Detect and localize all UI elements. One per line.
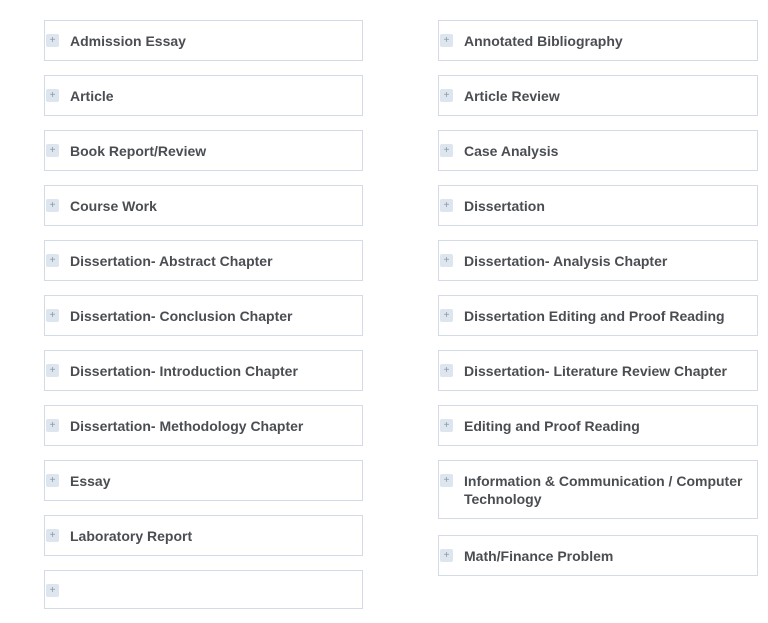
item-label: Dissertation- Methodology Chapter: [70, 418, 304, 434]
accordion-item[interactable]: + Essay: [44, 460, 363, 501]
item-label: Case Analysis: [464, 143, 559, 159]
item-label: Annotated Bibliography: [464, 33, 623, 49]
accordion-item[interactable]: + Dissertation- Literature Review Chapter: [438, 350, 758, 391]
plus-icon[interactable]: +: [440, 254, 453, 267]
item-label: Dissertation: [464, 198, 545, 214]
plus-icon[interactable]: +: [46, 584, 59, 597]
accordion-item[interactable]: + Article: [44, 75, 363, 116]
plus-icon[interactable]: +: [46, 474, 59, 487]
right-column: + Annotated Bibliography + Article Review …: [438, 20, 758, 590]
accordion-item[interactable]: + Admission Essay: [44, 20, 363, 61]
accordion-item[interactable]: + Dissertation: [438, 185, 758, 226]
plus-icon[interactable]: +: [46, 529, 59, 542]
item-label: Book Report/Review: [70, 143, 207, 159]
plus-icon[interactable]: +: [440, 89, 453, 102]
plus-icon[interactable]: +: [440, 199, 453, 212]
item-label: Dissertation- Literature Review Chapter: [464, 363, 727, 379]
item-label: Dissertation- Introduction Chapter: [70, 363, 298, 379]
plus-icon[interactable]: +: [440, 34, 453, 47]
item-label: Article: [70, 88, 114, 104]
plus-icon[interactable]: +: [440, 549, 453, 562]
accordion-item[interactable]: + Information & Communication / Computer …: [438, 460, 758, 519]
item-label: Admission Essay: [70, 33, 186, 49]
item-label: Article Review: [464, 88, 560, 104]
plus-icon[interactable]: +: [46, 419, 59, 432]
plus-icon[interactable]: +: [440, 144, 453, 157]
accordion-item[interactable]: + Dissertation- Introduction Chapter: [44, 350, 363, 391]
plus-icon[interactable]: +: [440, 474, 453, 487]
plus-icon[interactable]: +: [440, 419, 453, 432]
item-label: Information & Communication / Computer T…: [464, 473, 743, 507]
plus-icon[interactable]: +: [46, 364, 59, 377]
accordion-item[interactable]: + Annotated Bibliography: [438, 20, 758, 61]
accordion-item[interactable]: + Course Work: [44, 185, 363, 226]
item-label: Essay: [70, 473, 111, 489]
item-label: Laboratory Report: [70, 528, 193, 544]
plus-icon[interactable]: +: [46, 309, 59, 322]
accordion-item[interactable]: + Article Review: [438, 75, 758, 116]
item-label: Dissertation- Analysis Chapter: [464, 253, 668, 269]
plus-icon[interactable]: +: [440, 364, 453, 377]
plus-icon[interactable]: +: [46, 199, 59, 212]
plus-icon[interactable]: +: [46, 254, 59, 267]
plus-icon[interactable]: +: [46, 144, 59, 157]
accordion-item[interactable]: + Laboratory Report: [44, 515, 363, 556]
left-column: + Admission Essay + Article + Book Report/R…: [44, 20, 363, 623]
accordion-item[interactable]: + Dissertation Editing and Proof Reading: [438, 295, 758, 336]
item-label: Math/Finance Problem: [464, 548, 614, 564]
item-label: Editing and Proof Reading: [464, 418, 640, 434]
accordion-item[interactable]: +: [44, 570, 363, 609]
plus-icon[interactable]: +: [440, 309, 453, 322]
accordion-item[interactable]: + Book Report/Review: [44, 130, 363, 171]
item-label: Dissertation Editing and Proof Reading: [464, 308, 725, 324]
accordion-item[interactable]: + Math/Finance Problem: [438, 535, 758, 576]
accordion-item[interactable]: + Dissertation- Methodology Chapter: [44, 405, 363, 446]
accordion-item[interactable]: + Editing and Proof Reading: [438, 405, 758, 446]
plus-icon[interactable]: +: [46, 89, 59, 102]
item-label: Course Work: [70, 198, 157, 214]
accordion-item[interactable]: + Dissertation- Conclusion Chapter: [44, 295, 363, 336]
accordion-item[interactable]: + Dissertation- Abstract Chapter: [44, 240, 363, 281]
item-label: Dissertation- Abstract Chapter: [70, 253, 273, 269]
accordion-item[interactable]: + Case Analysis: [438, 130, 758, 171]
accordion-item[interactable]: + Dissertation- Analysis Chapter: [438, 240, 758, 281]
item-label: Dissertation- Conclusion Chapter: [70, 308, 293, 324]
plus-icon[interactable]: +: [46, 34, 59, 47]
